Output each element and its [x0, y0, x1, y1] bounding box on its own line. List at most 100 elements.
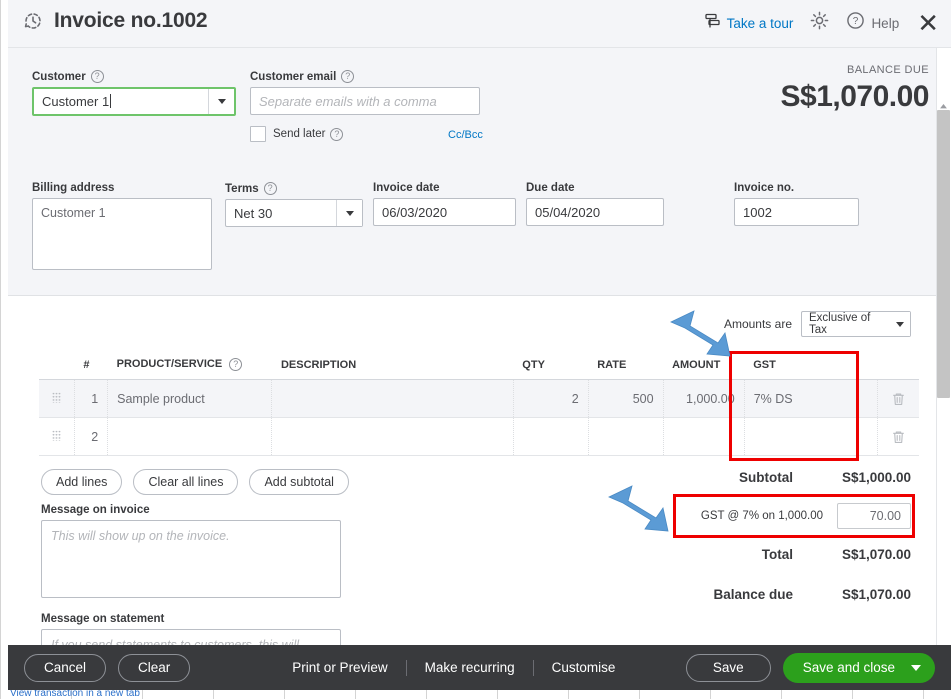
balance-due-label: BALANCE DUE: [846, 64, 929, 76]
row-drag-handle[interactable]: [39, 417, 75, 456]
cancel-button[interactable]: Cancel: [24, 653, 107, 682]
row-amount[interactable]: 1,000.00: [663, 379, 745, 418]
row-description[interactable]: [271, 417, 514, 456]
page-title: Invoice no.1002: [54, 9, 208, 32]
billing-address-field-group: Billing address Customer 1: [32, 182, 212, 270]
chevron-down-icon[interactable]: [911, 664, 921, 671]
message-on-statement-label: Message on statement: [41, 613, 165, 625]
line-action-buttons: Add lines Clear all lines Add subtotal: [41, 469, 349, 495]
question-circle-icon[interactable]: ?: [229, 358, 243, 371]
terms-dropdown-toggle[interactable]: [336, 200, 362, 226]
row-qty[interactable]: [513, 417, 589, 456]
total-label: Total: [761, 546, 793, 562]
col-qty: QTY: [513, 351, 589, 380]
help-label: Help: [871, 15, 900, 31]
send-later-label: Send later: [273, 128, 326, 140]
footer-left-group: Cancel Clear: [24, 653, 191, 682]
trash-icon: [892, 392, 905, 406]
row-number: 1: [74, 379, 109, 418]
due-date-input[interactable]: 05/04/2020: [526, 198, 664, 226]
drag-handle-icon: [51, 429, 61, 441]
balance-due-amount: S$1,070.00: [780, 80, 930, 113]
clear-button[interactable]: Clear: [118, 653, 191, 682]
total-value: S$1,070.00: [841, 546, 911, 562]
col-drag: [39, 351, 75, 380]
add-lines-button[interactable]: Add lines: [41, 469, 123, 495]
send-later-label-row: Send later ?: [273, 127, 344, 141]
row-product-service[interactable]: Sample product: [107, 379, 273, 418]
invoice-no-input[interactable]: 1002: [734, 198, 859, 226]
customer-input[interactable]: Customer 1: [32, 87, 236, 116]
line-items-table: # PRODUCT/SERVICE ? DESCRIPTION QTY RATE…: [39, 351, 919, 456]
terms-field-group: Terms ? Net 30: [225, 182, 363, 227]
col-rate: RATE: [588, 351, 664, 380]
row-product-service[interactable]: [107, 417, 273, 456]
message-on-invoice-input[interactable]: This will show up on the invoice.: [41, 520, 341, 598]
customer-label: Customer: [32, 70, 86, 83]
clear-all-lines-button[interactable]: Clear all lines: [133, 469, 239, 495]
cc-bcc-link[interactable]: Cc/Bcc: [448, 129, 483, 141]
amounts-are-value: Exclusive of Tax: [809, 312, 871, 336]
scrollbar-thumb[interactable]: [937, 110, 950, 398]
invoice-date-input[interactable]: 06/03/2020: [373, 198, 516, 226]
take-a-tour-label: Take a tour: [726, 15, 794, 31]
make-recurring-button[interactable]: Make recurring: [407, 659, 534, 676]
take-a-tour-button[interactable]: Take a tour: [704, 12, 794, 34]
customise-button[interactable]: Customise: [534, 660, 634, 676]
gst-amount-input[interactable]: 70.00: [837, 502, 911, 529]
drag-handle-icon: [51, 391, 61, 403]
row-amount[interactable]: [663, 417, 745, 456]
row-gst[interactable]: [744, 417, 878, 456]
row-delete-button[interactable]: [877, 417, 919, 456]
balance-due-value: S$1,070.00: [841, 586, 911, 602]
customer-email-label-row: Customer email ?: [250, 70, 480, 83]
scroll-up-icon[interactable]: [938, 98, 949, 109]
row-delete-button[interactable]: [877, 379, 919, 418]
customer-email-input[interactable]: Separate emails with a comma: [250, 87, 480, 115]
row-description[interactable]: [271, 379, 514, 418]
amounts-are-label: Amounts are: [723, 317, 792, 331]
gst-description: GST @ 7% on 1,000.00: [700, 509, 823, 522]
modal-header: Invoice no.1002 Take a tour ? Help ✕: [8, 0, 951, 48]
message-on-invoice-group: Message on invoice This will show up on …: [41, 504, 341, 598]
row-drag-handle[interactable]: [39, 379, 75, 418]
amounts-are-select[interactable]: Exclusive of Tax: [801, 311, 911, 337]
row-rate[interactable]: 500: [588, 379, 664, 418]
row-rate[interactable]: [588, 417, 664, 456]
row-qty[interactable]: 2: [513, 379, 589, 418]
due-date-label: Due date: [526, 182, 575, 194]
subtotal-label: Subtotal: [739, 469, 793, 485]
question-circle-icon[interactable]: ?: [90, 70, 104, 83]
row-gst[interactable]: 7% DS: [744, 379, 878, 418]
question-circle-icon[interactable]: ?: [330, 127, 344, 141]
close-icon[interactable]: ✕: [917, 10, 939, 36]
send-later-checkbox[interactable]: [250, 126, 266, 142]
table-row[interactable]: 2: [39, 417, 919, 456]
col-delete: [877, 351, 919, 380]
gst-total-row: GST @ 7% on 1,000.00 70.00: [631, 502, 911, 529]
print-or-preview-button[interactable]: Print or Preview: [274, 659, 407, 676]
question-circle-icon[interactable]: ?: [341, 70, 355, 83]
subtotal-value: S$1,000.00: [841, 469, 911, 485]
invoice-no-label: Invoice no.: [734, 182, 795, 194]
subtotal-row: Subtotal S$1,000.00: [631, 465, 911, 489]
question-circle-icon[interactable]: ?: [263, 182, 277, 195]
save-button[interactable]: Save: [685, 653, 771, 682]
col-amount: AMOUNT: [663, 351, 745, 380]
customer-label-row: Customer ?: [32, 70, 236, 83]
invoice-date-field-group: Invoice date 06/03/2020: [373, 182, 516, 226]
table-row[interactable]: 1 Sample product 2 500 1,000.00 7% DS: [39, 379, 919, 418]
terms-select[interactable]: Net 30: [225, 199, 363, 227]
scrollbar[interactable]: [936, 48, 951, 645]
help-button[interactable]: ? Help: [846, 11, 899, 35]
balance-due-label: Balance due: [713, 586, 793, 602]
chevron-down-icon: [217, 99, 226, 104]
amounts-are-dropdown-toggle[interactable]: [890, 312, 910, 336]
customer-dropdown-toggle[interactable]: [208, 89, 234, 114]
add-subtotal-button[interactable]: Add subtotal: [249, 469, 349, 495]
gear-icon[interactable]: [809, 10, 830, 36]
footer-center-group: Print or Preview Make recurring Customis…: [274, 659, 634, 676]
billing-address-input[interactable]: Customer 1: [32, 198, 212, 270]
header-left-group: Invoice no.1002: [22, 9, 208, 33]
save-and-close-button[interactable]: Save and close: [782, 652, 935, 683]
